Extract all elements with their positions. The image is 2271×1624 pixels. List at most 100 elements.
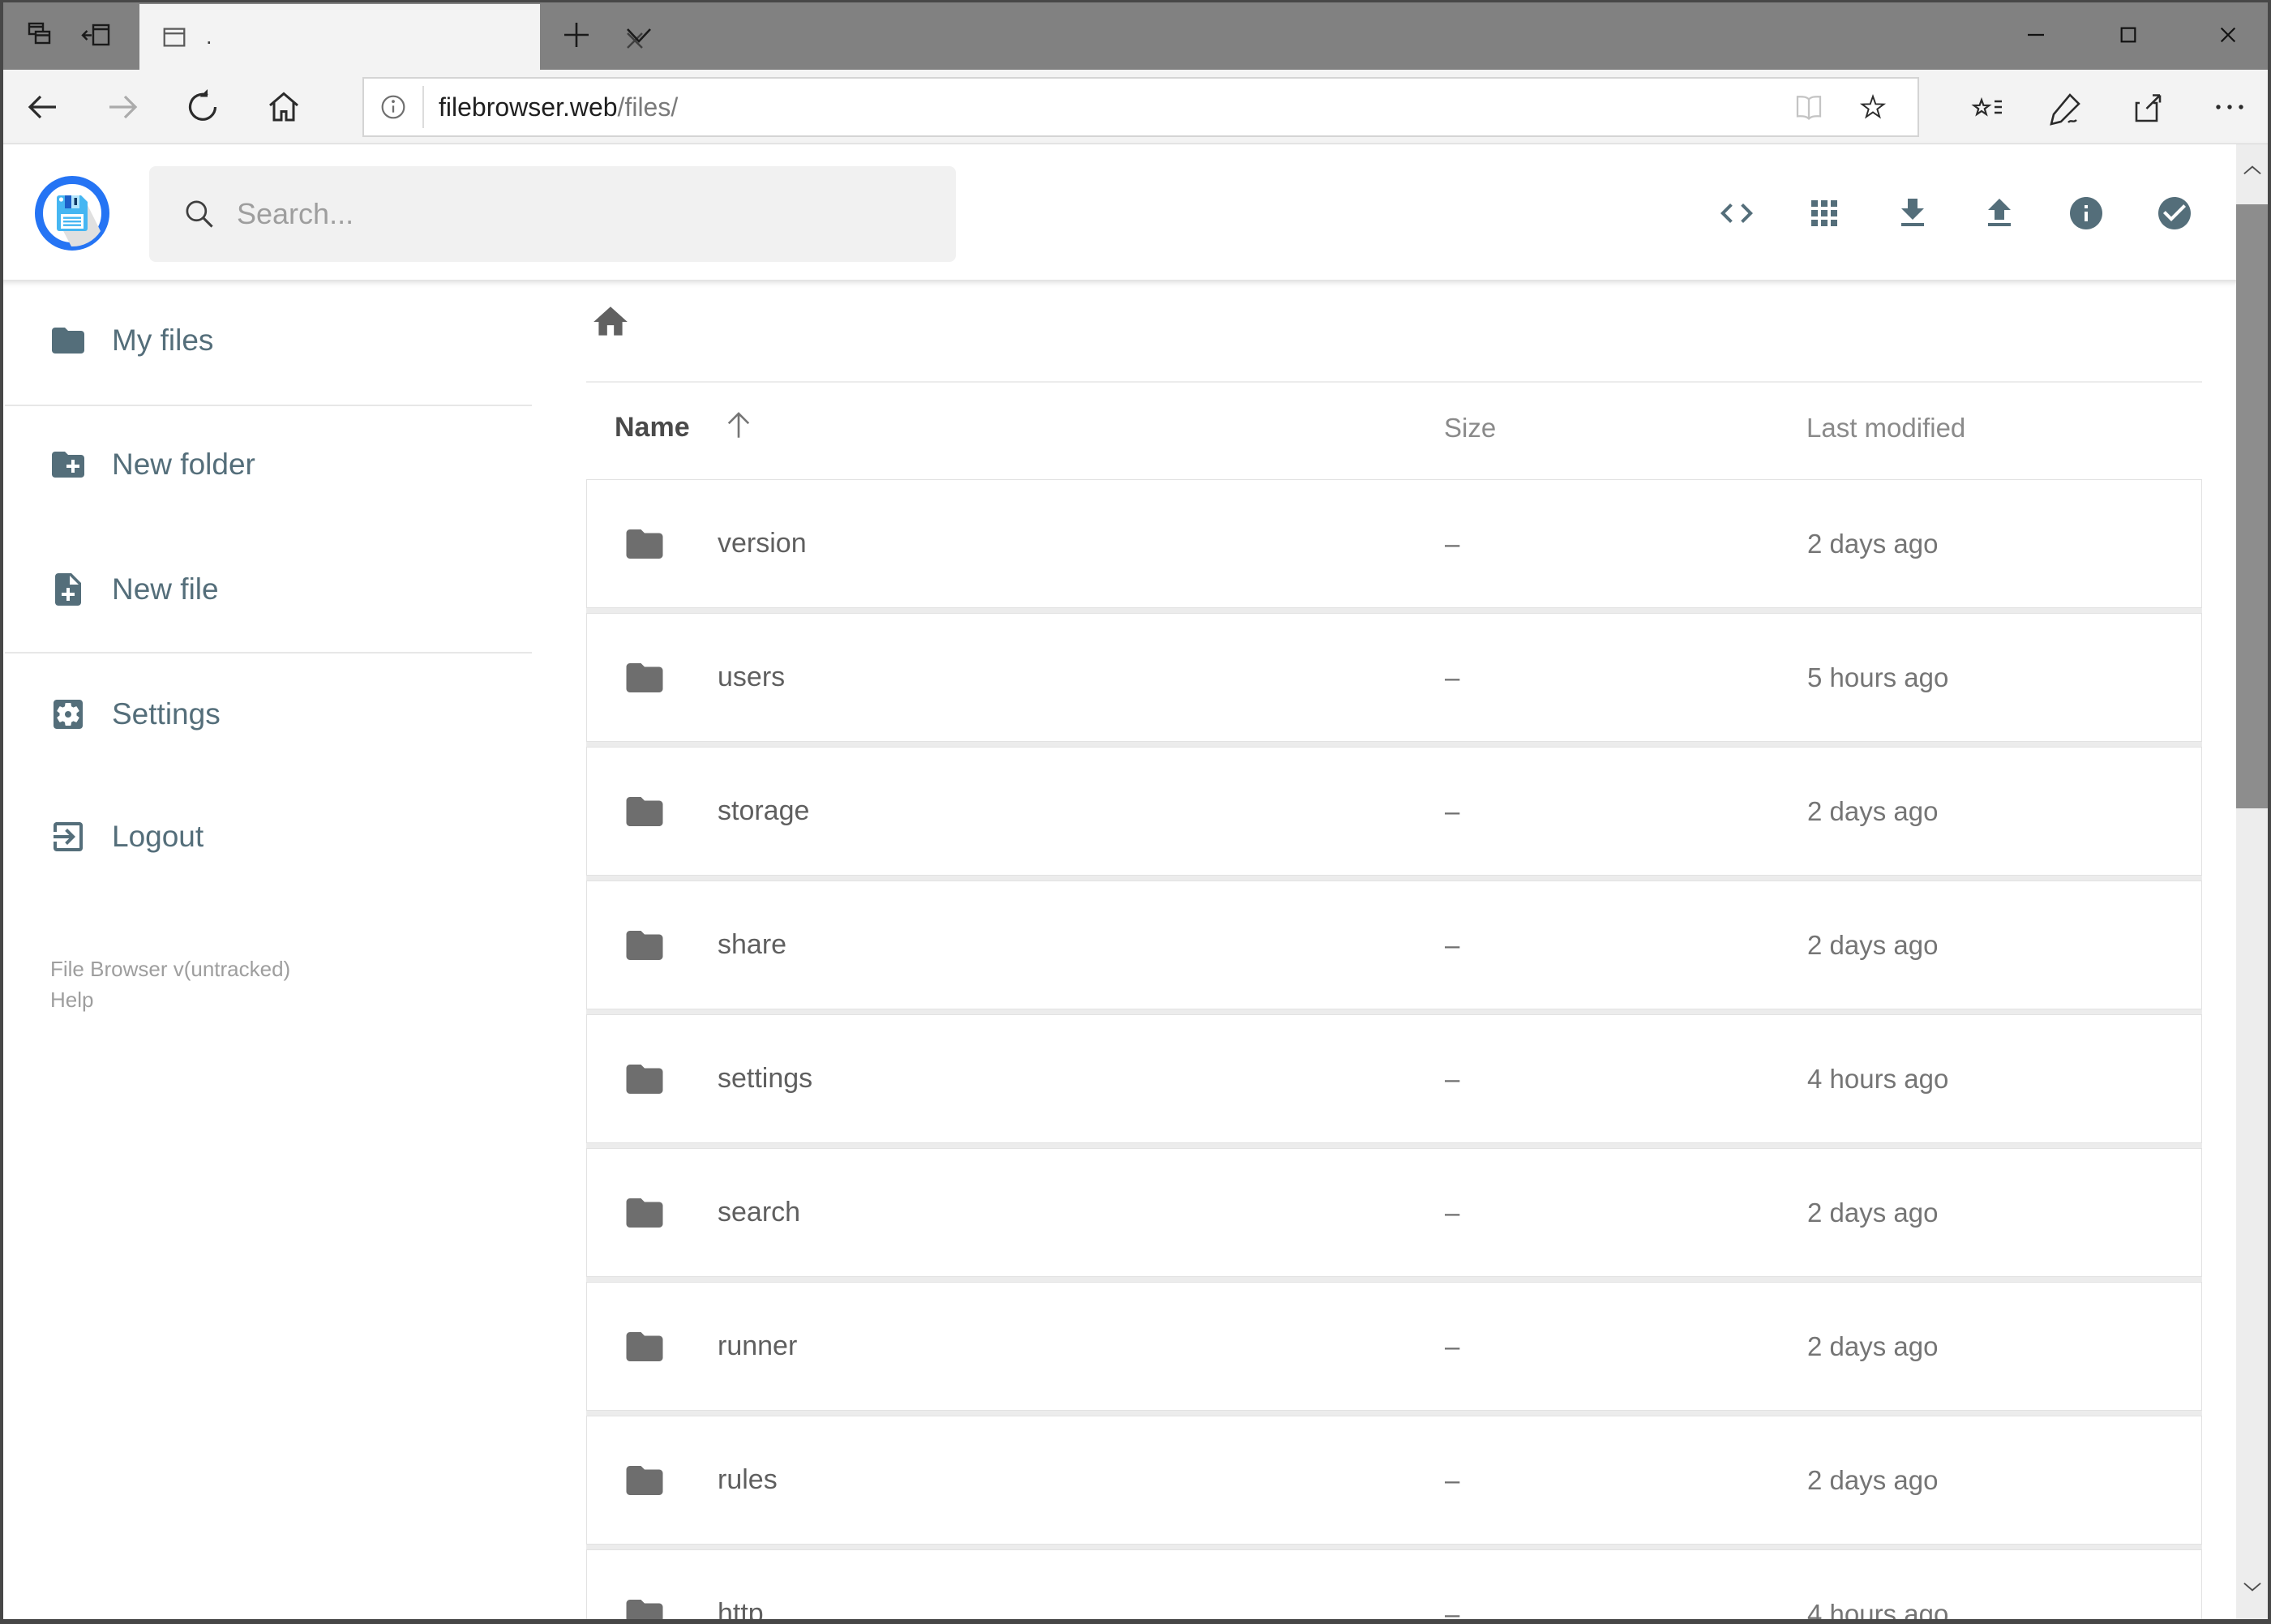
sidebar-item-new-file[interactable]: New file [3,555,532,623]
file-size: – [1445,529,1460,559]
address-separator [422,86,424,128]
code-icon[interactable] [1717,194,1756,233]
forward-button[interactable] [104,88,143,126]
scroll-down-icon[interactable] [2236,1561,2268,1613]
set-tabs-aside-button[interactable] [81,19,114,51]
file-modified: 2 days ago [1807,1331,1939,1361]
file-row[interactable]: version – 2 days ago [586,479,2202,608]
window-border [2268,0,2271,1624]
upload-icon[interactable] [1980,194,2019,233]
url-host: filebrowser.web [439,92,618,122]
file-name: settings [718,1063,813,1094]
minimize-button[interactable] [1999,0,2072,70]
favorite-star-icon[interactable] [1856,90,1890,124]
breadcrumb-home-icon[interactable] [590,302,631,342]
sidebar-item-label: New folder [112,448,255,481]
page-scrollbar[interactable] [2236,144,2268,1619]
folder-icon [49,321,88,360]
file-modified: 2 days ago [1807,930,1939,960]
column-header-name[interactable]: Name [615,412,690,443]
tab-preview-button[interactable] [24,19,57,51]
folder-icon [623,522,666,566]
file-name: rules [718,1464,778,1495]
file-modified: 2 days ago [1807,796,1939,826]
sidebar-item-my-files[interactable]: My files [3,306,532,375]
file-size: – [1445,1599,1460,1624]
maximize-button[interactable] [2092,0,2165,70]
file-modified: 2 days ago [1807,1465,1939,1495]
grid-view-icon[interactable] [1805,194,1844,233]
help-link[interactable]: Help [50,988,93,1013]
download-icon[interactable] [1893,194,1932,233]
browser-tab[interactable]: . [139,4,643,70]
file-row[interactable]: rules – 2 days ago [586,1416,2202,1545]
file-name: users [718,662,786,692]
sidebar-divider [5,652,532,653]
file-size: – [1445,1465,1460,1495]
column-header-modified[interactable]: Last modified [1806,413,1965,443]
new-tab-button[interactable] [559,18,593,52]
sidebar-item-logout[interactable]: Logout [3,803,532,871]
sidebar-divider [5,405,532,406]
sidebar-item-label: Logout [112,820,204,853]
file-modified: 4 hours ago [1807,1064,1949,1094]
new-folder-icon [49,445,88,484]
more-options-icon[interactable] [2210,88,2249,126]
sidebar-item-label: Settings [112,697,221,731]
file-size: – [1445,1331,1460,1361]
sidebar-item-label: New file [112,572,219,606]
scroll-up-icon[interactable] [2236,144,2268,196]
site-info-icon[interactable] [377,91,409,123]
window-border [0,0,3,1624]
file-row[interactable]: runner – 2 days ago [586,1282,2202,1411]
search-icon [182,196,217,232]
file-name: storage [718,795,810,826]
file-row[interactable]: search – 2 days ago [586,1148,2202,1277]
folder-icon [623,923,666,967]
share-button[interactable] [2129,88,2168,126]
file-name: runner [718,1330,798,1361]
close-button[interactable] [2184,0,2271,70]
file-size: – [1445,930,1460,960]
home-button[interactable] [264,88,303,126]
file-size: – [1445,796,1460,826]
tab-title: . [206,24,212,49]
refresh-button[interactable] [183,88,222,126]
logout-icon [49,817,88,856]
window-border [0,0,2271,2]
sidebar-item-settings[interactable]: Settings [3,680,532,748]
reading-view-icon[interactable] [1792,90,1826,124]
url-path: /files/ [617,92,679,122]
search-input[interactable] [235,166,932,262]
file-name: http [718,1598,764,1624]
tab-list-dropdown-icon[interactable] [621,24,657,47]
search-bar[interactable] [149,166,956,262]
file-name: search [718,1197,801,1228]
column-header-size[interactable]: Size [1444,413,1496,443]
info-icon[interactable] [2067,194,2106,233]
breadcrumb-divider [586,381,2202,383]
file-row[interactable]: share – 2 days ago [586,881,2202,1009]
back-button[interactable] [23,88,62,126]
folder-icon [623,1459,666,1502]
url-text: filebrowser.web/files/ [439,92,678,122]
file-row[interactable]: settings – 4 hours ago [586,1014,2202,1143]
sidebar-item-new-folder[interactable]: New folder [3,431,532,499]
hub-favorites-button[interactable] [1968,88,2007,126]
titlebar: . [0,0,2271,70]
annotate-pen-button[interactable] [2047,88,2086,126]
file-list: version – 2 days ago users – 5 hours ago stora… [586,479,2202,1624]
file-row[interactable]: http – 4 hours ago [586,1549,2202,1624]
check-circle-icon[interactable] [2155,194,2194,233]
file-name: share [718,929,787,960]
folder-icon [623,1191,666,1235]
sort-ascending-icon [722,408,756,442]
app-version-text: File Browser v(untracked) [50,957,291,981]
scrollbar-thumb[interactable] [2236,204,2268,808]
filebrowser-logo [33,174,111,252]
file-row[interactable]: users – 5 hours ago [586,613,2202,742]
file-row[interactable]: storage – 2 days ago [586,747,2202,876]
folder-icon [623,790,666,833]
folder-icon [623,656,666,700]
address-bar[interactable]: filebrowser.web/files/ [362,77,1919,137]
